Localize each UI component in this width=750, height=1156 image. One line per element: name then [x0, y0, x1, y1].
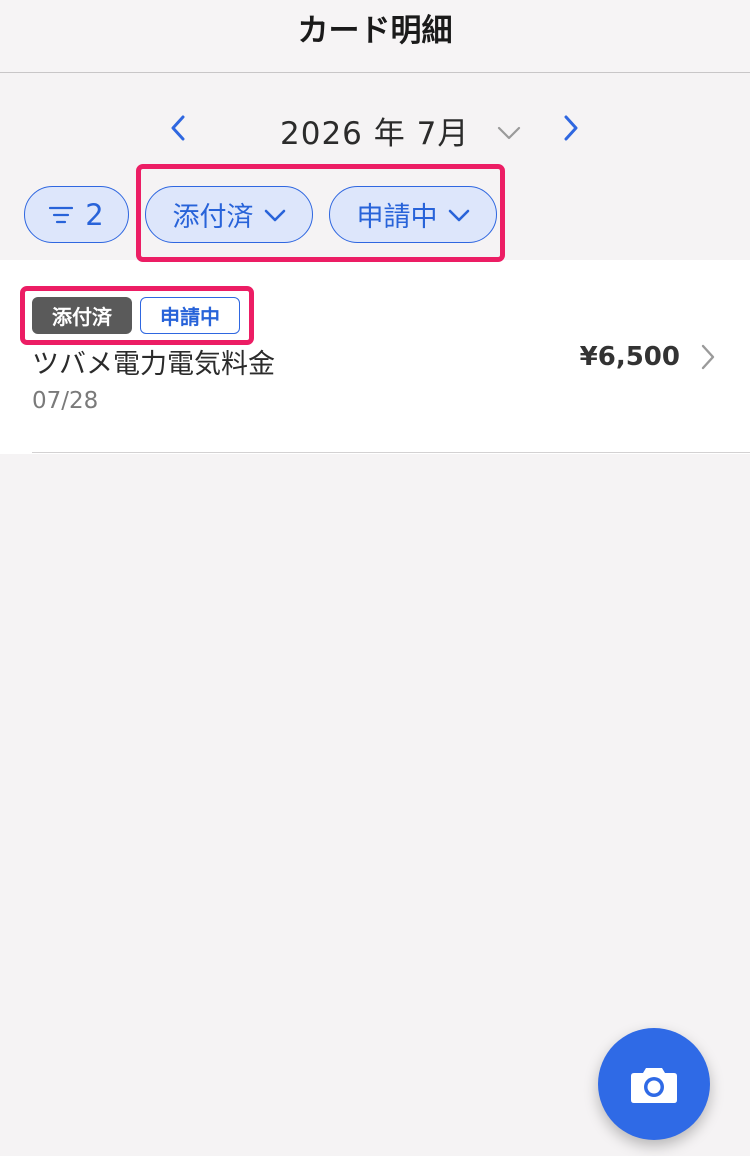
filter-lines-icon — [49, 206, 74, 223]
chevron-left-icon — [171, 115, 185, 141]
status-filter-label: 申請中 — [356, 202, 438, 233]
chevron-down-icon — [498, 126, 521, 139]
camera-button[interactable] — [598, 1028, 710, 1140]
attached-badge: 添付済 — [32, 297, 132, 334]
app-header: カード明細 — [0, 0, 750, 73]
transaction-list: 添付済 申請中 ツバメ電力電気料金 07/28 ¥6,500 — [0, 260, 750, 454]
filter-button[interactable]: 2 — [24, 186, 129, 243]
row-divider — [32, 452, 750, 453]
transaction-title: ツバメ電力電気料金 — [32, 349, 275, 380]
transaction-amount: ¥6,500 — [579, 342, 680, 372]
attachment-filter-dropdown[interactable]: 添付済 — [145, 186, 313, 243]
attachment-filter-label: 添付済 — [172, 202, 254, 233]
chevron-down-icon — [264, 209, 285, 222]
chevron-right-icon — [564, 115, 578, 141]
status-badge: 申請中 — [140, 297, 240, 334]
chevron-down-icon — [448, 209, 469, 222]
filter-count: 2 — [85, 197, 104, 232]
camera-icon — [631, 1068, 677, 1103]
previous-month-button[interactable] — [160, 110, 196, 146]
transaction-row[interactable]: 添付済 申請中 ツバメ電力電気料金 07/28 ¥6,500 — [0, 260, 750, 453]
status-filter-dropdown[interactable]: 申請中 — [329, 186, 497, 243]
month-label: 2026 年 7月 — [280, 116, 470, 152]
month-navigator: 2026 年 7月 — [0, 100, 750, 156]
transaction-date: 07/28 — [32, 388, 99, 414]
month-selector[interactable]: 2026 年 7月 — [280, 108, 521, 153]
next-month-button[interactable] — [553, 110, 589, 146]
chevron-right-icon — [701, 344, 715, 370]
page-title: カード明細 — [297, 12, 453, 49]
